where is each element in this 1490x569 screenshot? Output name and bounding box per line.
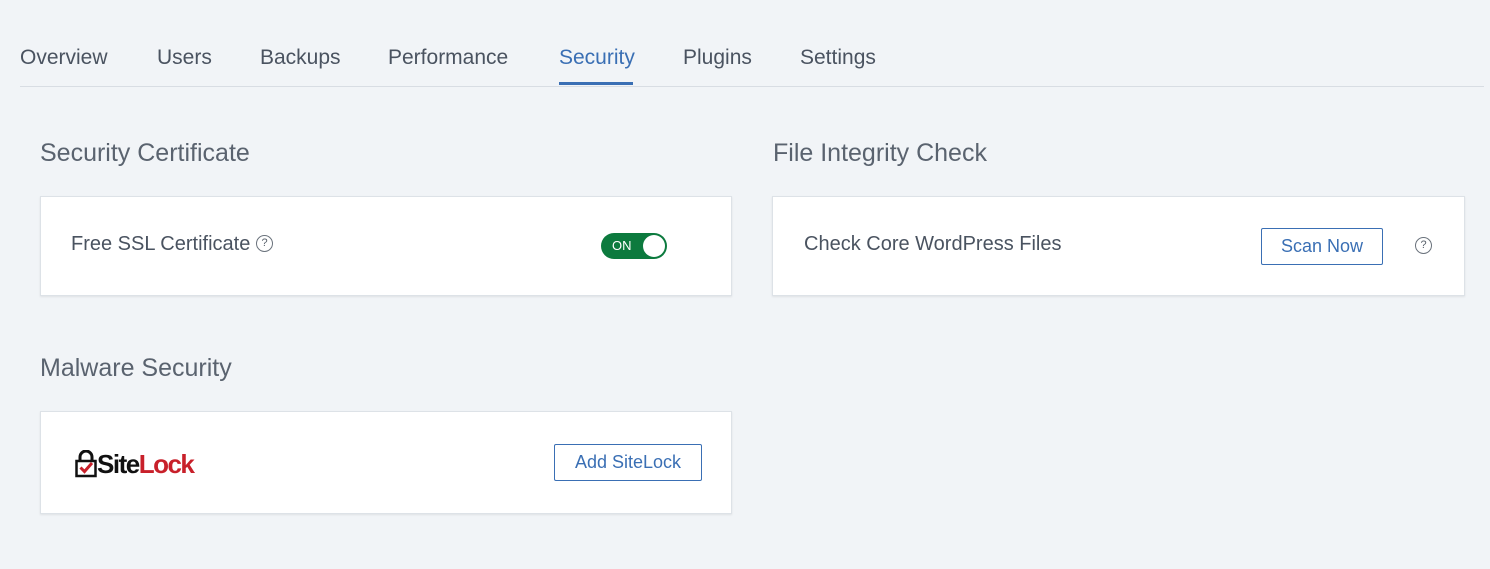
logo-lock-text: Lock: [138, 449, 195, 479]
toggle-knob: [643, 235, 665, 257]
question-circle-icon[interactable]: ?: [256, 235, 273, 252]
ssl-card: Free SSL Certificate ? ON: [40, 196, 732, 296]
sitelock-wordmark: SiteLock.: [97, 450, 195, 486]
logo-registered-mark: .: [193, 469, 196, 475]
check-core-files-label: Check Core WordPress Files: [804, 233, 1062, 255]
question-circle-icon[interactable]: ?: [1415, 237, 1432, 254]
tab-users[interactable]: Users: [157, 45, 212, 71]
file-integrity-title: File Integrity Check: [773, 139, 987, 167]
active-tab-indicator: [559, 82, 633, 85]
tab-performance[interactable]: Performance: [388, 45, 508, 71]
tab-security[interactable]: Security: [559, 45, 635, 71]
tab-bar: Overview Users Backups Performance Secur…: [20, 0, 1484, 87]
logo-site-text: Site: [97, 449, 140, 479]
security-certificate-title: Security Certificate: [40, 139, 250, 167]
tab-overview[interactable]: Overview: [20, 45, 108, 71]
tab-settings[interactable]: Settings: [800, 45, 876, 71]
ssl-label: Free SSL Certificate: [71, 233, 251, 255]
file-integrity-card: Check Core WordPress Files Scan Now ?: [772, 196, 1465, 296]
tab-backups[interactable]: Backups: [260, 45, 341, 71]
add-sitelock-button[interactable]: Add SiteLock: [554, 444, 702, 481]
scan-now-button[interactable]: Scan Now: [1261, 228, 1383, 265]
sitelock-logo: SiteLock.: [75, 450, 225, 478]
malware-card: SiteLock. Add SiteLock: [40, 411, 732, 514]
malware-security-title: Malware Security: [40, 354, 232, 382]
ssl-toggle[interactable]: ON: [601, 233, 667, 259]
sitelock-lock-icon: [75, 450, 97, 478]
toggle-on-label: ON: [612, 238, 632, 253]
tab-plugins[interactable]: Plugins: [683, 45, 752, 71]
